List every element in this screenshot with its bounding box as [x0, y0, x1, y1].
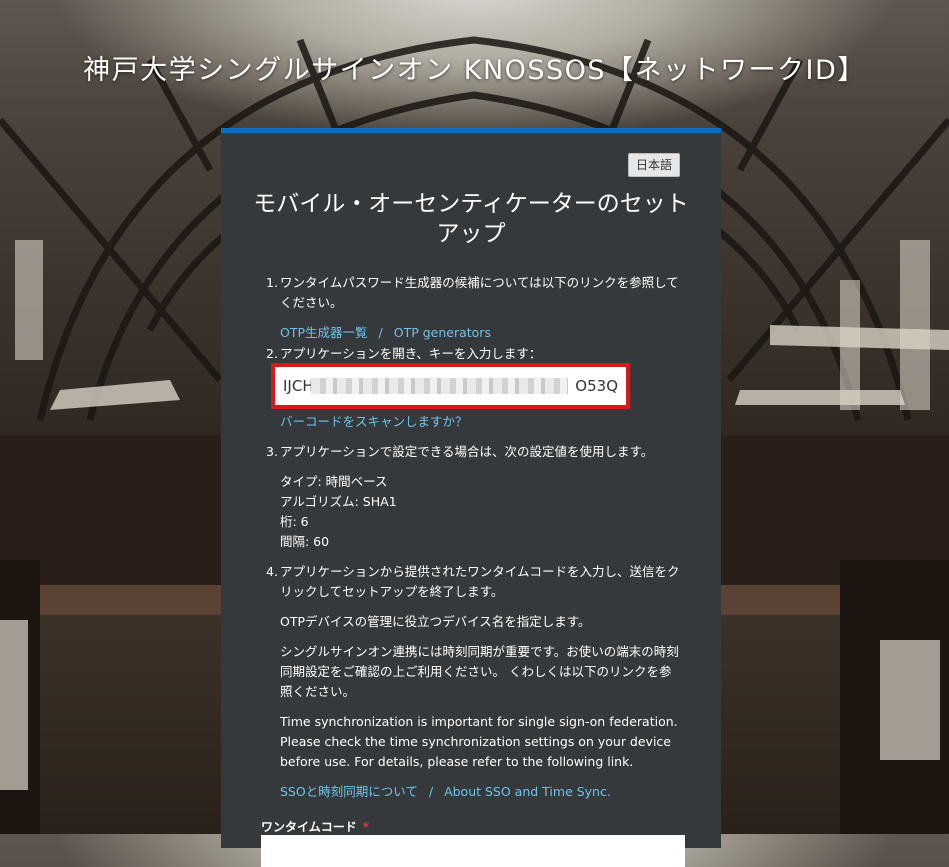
site-title: 神戸大学シングルサインオン KNOSSOS【ネットワークID】 [83, 55, 866, 87]
time-sync-notice-ja: シングルサインオン連携には時刻同期が重要です。お使いの端末の時刻同期設定をご確認… [280, 644, 679, 699]
step-2-number: 2. [266, 346, 278, 361]
link-separator: / [428, 784, 434, 799]
otp-generator-links: OTP生成器一覧 / OTP generators [280, 323, 681, 343]
step-3-number: 3. [266, 444, 278, 459]
setup-card: 日本語 モバイル・オーセンティケーターのセットアップ 1. ワンタイムパスワード… [221, 128, 721, 867]
step-3-text: アプリケーションで設定できる場合は、次の設定値を使用します。 [280, 444, 654, 459]
secret-key-start: IJCH [283, 377, 314, 395]
setup-steps: 1. ワンタイムパスワード生成器の候補については以下のリンクを参照してください。… [261, 273, 681, 802]
sso-time-sync-ja-link[interactable]: SSOと時刻同期について [280, 784, 418, 799]
setting-period: 間隔: 60 [280, 534, 330, 549]
otp-generators-ja-link[interactable]: OTP生成器一覧 [280, 325, 368, 340]
one-time-code-label: ワンタイムコード * [261, 818, 369, 835]
page-title: モバイル・オーセンティケーターのセットアップ [253, 191, 689, 247]
required-mark: * [362, 820, 370, 834]
secret-key-end: O53Q [575, 377, 618, 395]
barcode-row: バーコードをスキャンしますか？ [280, 412, 681, 432]
step-3: 3. アプリケーションで設定できる場合は、次の設定値を使用します。 タイプ: 時… [261, 442, 681, 552]
sso-time-sync-en-link[interactable]: About SSO and Time Sync. [444, 784, 611, 799]
step-1: 1. ワンタイムパスワード生成器の候補については以下のリンクを参照してください。… [261, 273, 681, 343]
time-sync-links: SSOと時刻同期について / About SSO and Time Sync. [280, 782, 681, 802]
scan-barcode-link[interactable]: バーコードをスキャンしますか？ [280, 414, 468, 429]
one-time-code-input[interactable] [261, 835, 685, 867]
step-1-number: 1. [266, 275, 278, 290]
step-4-text: アプリケーションから提供されたワンタイムコードを入力し、送信をクリックしてセット… [280, 564, 680, 599]
one-time-code-label-text: ワンタイムコード [261, 820, 357, 834]
secret-key-field[interactable]: IJCH O53Q [281, 371, 620, 401]
language-button[interactable]: 日本語 [628, 153, 680, 177]
device-name-hint: OTPデバイスの管理に役立つデバイス名を指定します。 [280, 614, 591, 629]
otp-generators-en-link[interactable]: OTP generators [394, 325, 491, 340]
time-sync-notice-en: Time synchronization is important for si… [280, 714, 678, 769]
step-4: 4. アプリケーションから提供されたワンタイムコードを入力し、送信をクリックして… [261, 562, 681, 802]
setting-algorithm: アルゴリズム: SHA1 [280, 494, 397, 509]
step-2-text: アプリケーションを開き、キーを入力します： [280, 346, 542, 361]
link-separator: / [378, 325, 383, 340]
setting-digits: 桁: 6 [280, 514, 309, 529]
step-4-number: 4. [266, 564, 278, 579]
secret-key-highlight: IJCH O53Q [271, 363, 630, 409]
step-1-text: ワンタイムパスワード生成器の候補については以下のリンクを参照してください。 [280, 275, 679, 310]
redacted-key-segment [311, 378, 568, 394]
setting-type: タイプ: 時間ベース [280, 474, 388, 489]
